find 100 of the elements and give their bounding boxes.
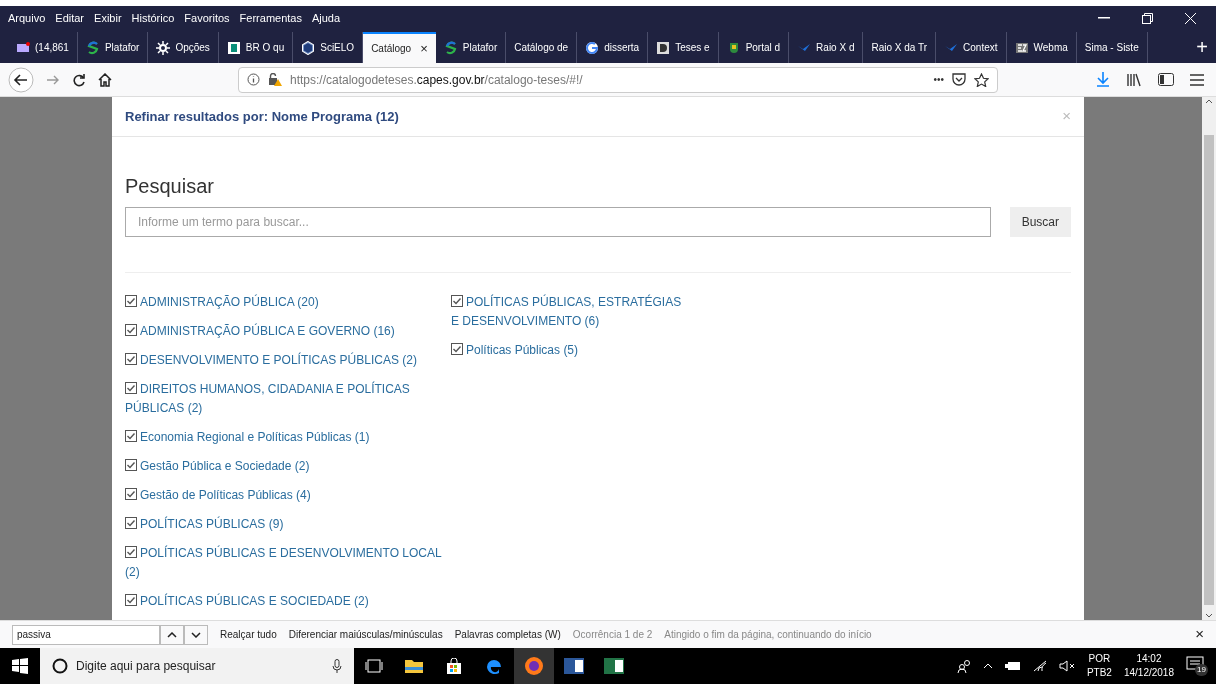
find-message: Atingido o fim da página, continuando do início [664,628,872,642]
filter-option[interactable]: Gestão Pública e Sociedade (2) [125,457,451,476]
menu-item[interactable]: Histórico [131,9,175,27]
people-icon[interactable] [956,659,971,673]
language-indicator[interactable]: POR [1088,652,1111,666]
gear-icon [156,40,171,55]
g-logo-icon [585,40,600,55]
task-view-icon[interactable] [365,659,383,673]
checked-checkbox-icon[interactable] [125,353,137,365]
checked-checkbox-icon[interactable] [125,295,137,307]
filter-option[interactable]: POLÍTICAS PÚBLICAS (9) [125,515,451,534]
filter-option[interactable]: ADMINISTRAÇÃO PÚBLICA E GOVERNO (16) [125,322,451,341]
keyboard-layout[interactable]: PTB2 [1086,666,1112,680]
back-icon[interactable] [8,66,34,93]
forward-icon[interactable] [46,73,60,86]
previous-match-button[interactable] [160,624,184,645]
search-placeholder: Digite aqui para pesquisar [76,658,216,675]
page-actions-button[interactable]: ••• [933,72,944,87]
filter-option[interactable]: Gestão de Políticas Públicas (4) [125,486,451,505]
menu-item[interactable]: Ferramentas [239,9,302,27]
firefox-icon[interactable] [524,656,544,676]
store-icon[interactable] [446,658,462,674]
envelope-icon [16,40,30,55]
url-bar[interactable]: https://catalogodeteses.capes.gov.br/catalogo-teses/#!/ ••• [238,66,998,93]
menu-item[interactable]: Favoritos [184,9,230,27]
chevron-up-icon [167,631,177,638]
menu-item[interactable]: Ajuda [311,9,341,27]
filter-option[interactable]: DIREITOS HUMANOS, CIDADANIA E POLÍTICAS PÚBLICAS (2) [125,380,451,418]
checked-checkbox-icon[interactable] [125,430,137,442]
scroll-up-icon[interactable] [1205,97,1213,105]
pocket-icon[interactable] [952,73,966,86]
find-option[interactable]: Realçar tudo [220,627,277,642]
hexagon-icon [301,40,316,55]
folder-icon[interactable] [405,659,423,673]
menu-item[interactable]: Exibir [94,9,122,27]
taskbar-search-field[interactable]: Digite aqui para pesquisar [40,648,354,684]
info-icon [247,73,260,86]
wifi-icon[interactable] [1032,660,1047,672]
checked-checkbox-icon[interactable] [125,459,137,471]
star-icon[interactable] [974,72,989,87]
s-logo-icon [85,40,100,55]
library-icon[interactable] [1126,72,1142,87]
d-logo-icon [656,40,671,55]
browser-tab[interactable]: Catálogo × [363,32,436,63]
cortana-icon [52,658,68,674]
checked-checkbox-icon[interactable] [451,343,463,355]
edge-browser-icon[interactable] [485,657,503,675]
checked-checkbox-icon[interactable] [125,546,137,558]
restore-icon[interactable] [1142,12,1153,24]
url-text: https://catalogodeteses.capes.gov.br/catalogo-teses/#!/ [290,71,583,89]
reload-icon[interactable] [72,72,86,87]
close-icon[interactable] [1185,12,1196,24]
microphone-icon [332,659,342,673]
chevron-up-icon[interactable] [982,663,993,669]
windows-start-icon[interactable] [12,658,28,674]
filter-option[interactable]: POLÍTICAS PÚBLICAS E SOCIEDADE (2) [125,592,451,611]
close-button[interactable]: × [1195,623,1204,646]
search-field[interactable]: Informe um termo para buscar... [125,207,991,237]
clock-date[interactable]: 14/12/2018 [1123,666,1174,680]
filter-option[interactable]: ADMINISTRAÇÃO PÚBLICA (20) [125,293,451,312]
checked-checkbox-icon[interactable] [125,594,137,606]
chevron-down-icon [191,631,201,638]
download-icon[interactable] [1096,72,1110,87]
ez-logo-icon [1014,40,1029,55]
battery-icon[interactable] [1004,661,1021,671]
warning-lock-icon [268,73,282,86]
sidebar-icon[interactable] [1158,73,1174,86]
notification-count: 19 [1195,664,1208,676]
word-icon[interactable] [564,658,584,674]
filter-option[interactable]: Economia Regional e Políticas Públicas (1) [125,428,451,447]
s-logo-icon [443,40,458,55]
minimize-icon[interactable] [1098,17,1110,19]
muted-speaker-icon[interactable] [1058,660,1075,672]
modal-title: Refinar resultados por: Nome Programa (12) [125,107,399,126]
find-field[interactable]: passiva [12,624,160,645]
p-logo-icon [226,40,241,55]
menu-item[interactable]: Arquivo [8,9,46,27]
match-count: Ocorrência 1 de 2 [572,628,653,642]
find-option[interactable]: Palavras completas (W) [454,627,561,642]
checked-checkbox-icon[interactable] [125,324,137,336]
search-button[interactable]: Buscar [1009,207,1071,237]
checked-checkbox-icon[interactable] [125,382,137,394]
menu-icon[interactable] [1190,73,1204,86]
filter-option[interactable]: POLÍTICAS PÚBLICAS E DESENVOLVIMENTO LOCAL (2) [125,544,451,582]
home-icon[interactable] [98,72,112,87]
checked-checkbox-icon[interactable] [125,488,137,500]
scroll-down-icon[interactable] [1205,612,1213,620]
filter-option[interactable]: Políticas Públicas (5) [451,341,691,360]
scrollbar-thumb[interactable] [1204,135,1214,605]
menu-item[interactable]: Editar [55,9,85,27]
next-match-button[interactable] [184,624,208,645]
checked-checkbox-icon[interactable] [125,517,137,529]
excel-icon[interactable] [604,658,624,674]
new-tab-button[interactable]: + [1196,36,1208,57]
clock-time[interactable]: 14:02 [1136,652,1162,666]
search-heading: Pesquisar [125,174,215,199]
filter-option[interactable]: POLÍTICAS PÚBLICAS, ESTRATÉGIAS E DESENVOLVIMENTO (6) [451,293,691,331]
find-option[interactable]: Diferenciar maiúsculas/minúsculas [288,627,443,642]
filter-option[interactable]: DESENVOLVIMENTO E POLÍTICAS PÚBLICAS (2) [125,351,451,370]
checked-checkbox-icon[interactable] [451,295,463,307]
